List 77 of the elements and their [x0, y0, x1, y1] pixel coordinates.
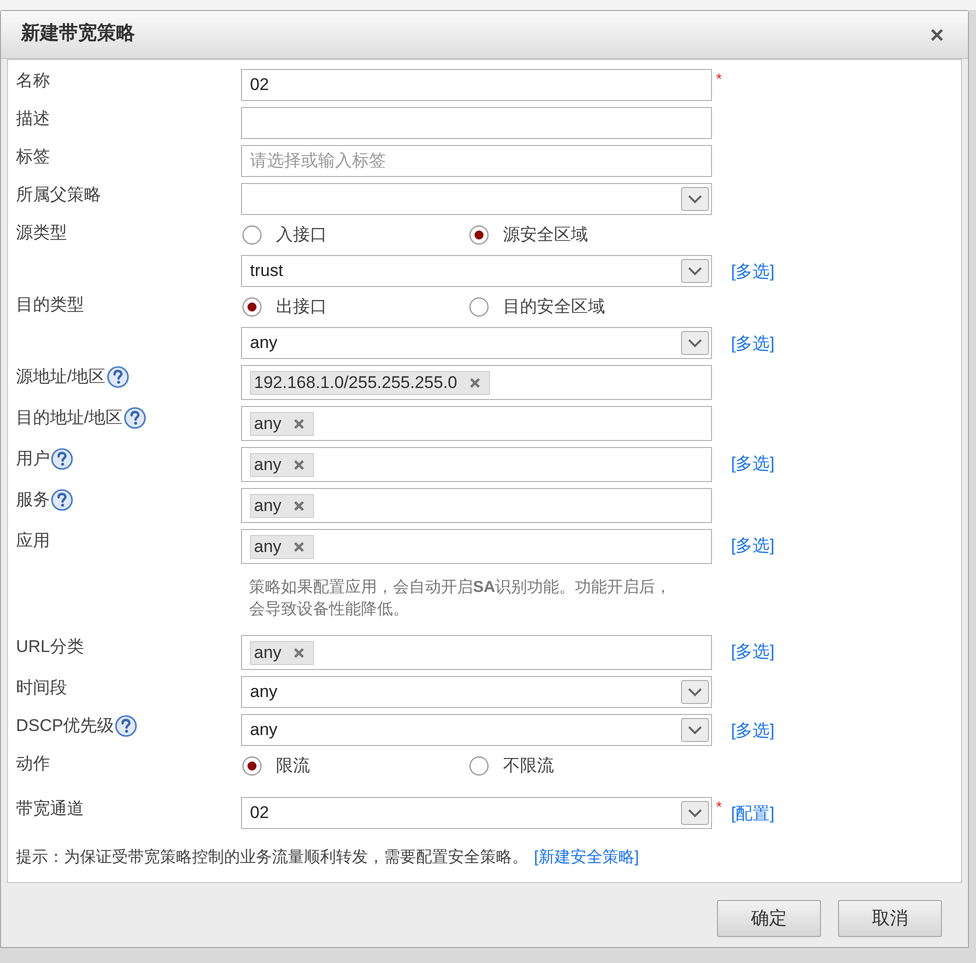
field-label: 所属父策略 [16, 184, 101, 206]
field-label: 源类型 [16, 222, 67, 244]
chevron-down-icon [681, 259, 709, 283]
required-mark: * [715, 73, 723, 87]
chevron-down-icon [681, 801, 709, 825]
tag-chip: any [250, 494, 314, 518]
new-security-policy-link[interactable]: [新建安全策略] [534, 846, 639, 870]
tag-input-field[interactable]: 192.168.1.0/255.255.255.0 [241, 365, 712, 400]
field-label: 目的类型 [16, 294, 84, 316]
radio-label: 目的安全区域 [503, 296, 605, 318]
radio-label: 限流 [276, 755, 310, 777]
dialog-button[interactable]: 确定 [717, 900, 821, 937]
radio-label: 不限流 [503, 755, 554, 777]
tag-chip: any [250, 412, 314, 436]
tag-input-field[interactable]: any [241, 406, 712, 441]
radio-label: 入接口 [276, 224, 327, 246]
note-text: 策略如果配置应用，会自动开启SA识别功能。功能开启后，会导致设备性能降低。 [248, 578, 672, 620]
radio-button[interactable] [469, 756, 489, 776]
text-field[interactable]: 请选择或输入标签 [241, 145, 712, 177]
field-label: 描述 [16, 108, 50, 130]
field-label: 标签 [16, 146, 50, 168]
radio-label: 出接口 [276, 296, 327, 318]
multi-select-link[interactable]: [多选] [731, 259, 774, 284]
tag-input-field[interactable]: any [241, 529, 712, 564]
multi-select-link[interactable]: [多选] [731, 331, 774, 356]
tag-input-field[interactable]: any [241, 488, 712, 523]
multi-select-link[interactable]: [多选] [731, 451, 774, 476]
field-label: 目的地址/地区 [16, 407, 123, 429]
dropdown[interactable]: any [241, 327, 712, 359]
text-field[interactable] [241, 107, 712, 139]
dropdown[interactable] [241, 183, 712, 215]
multi-select-link[interactable]: [多选] [731, 639, 774, 664]
radio-button[interactable] [242, 224, 262, 245]
field-label: 应用 [16, 530, 50, 552]
remove-icon[interactable] [293, 646, 306, 658]
radio-button-selected[interactable] [242, 296, 262, 317]
chevron-down-icon [681, 187, 709, 211]
tag-input-field[interactable]: any [241, 447, 712, 482]
remove-icon[interactable] [469, 376, 482, 388]
tag-chip: any [250, 452, 314, 476]
chevron-down-icon [681, 718, 709, 742]
dropdown[interactable]: 02 [241, 797, 712, 829]
dialog-button[interactable]: 取消 [838, 900, 942, 937]
field-label: 名称 [16, 70, 50, 92]
remove-icon[interactable] [293, 458, 306, 470]
hint-text: 提示：为保证受带宽策略控制的业务流量顺利转发，需要配置安全策略。 [16, 848, 528, 868]
field-label: 带宽通道 [16, 798, 84, 820]
field-label: DSCP优先级 [16, 715, 114, 737]
window-title: 新建带宽策略 [21, 22, 135, 46]
tag-chip: any [250, 534, 314, 558]
dropdown[interactable]: any [241, 714, 712, 746]
tag-input-field[interactable]: any [241, 635, 712, 670]
remove-icon[interactable] [293, 500, 306, 512]
field-label: 时间段 [16, 677, 67, 699]
required-mark: * [715, 801, 723, 815]
dropdown[interactable]: any [241, 676, 712, 708]
multi-select-link[interactable]: [配置] [731, 801, 774, 826]
chevron-down-icon [681, 331, 709, 355]
radio-button-selected[interactable] [469, 224, 489, 245]
tag-chip: 192.168.1.0/255.255.255.0 [250, 370, 490, 394]
chevron-down-icon [681, 680, 709, 704]
remove-icon[interactable] [293, 418, 306, 430]
field-label: 源地址/地区 [16, 366, 106, 388]
close-icon[interactable] [930, 28, 944, 42]
field-label: 用户 [16, 448, 50, 470]
field-label: 动作 [16, 753, 50, 775]
multi-select-link[interactable]: [多选] [731, 718, 774, 744]
field-label: 服务 [16, 489, 50, 511]
field-label: URL分类 [16, 636, 84, 658]
text-field[interactable]: 02 [241, 69, 712, 101]
remove-icon[interactable] [293, 540, 306, 552]
multi-select-link[interactable]: [多选] [731, 533, 774, 558]
dropdown[interactable]: trust [241, 255, 712, 287]
radio-button[interactable] [469, 296, 489, 317]
tag-chip: any [250, 640, 314, 664]
radio-button-selected[interactable] [242, 756, 262, 776]
radio-label: 源安全区域 [503, 224, 588, 246]
